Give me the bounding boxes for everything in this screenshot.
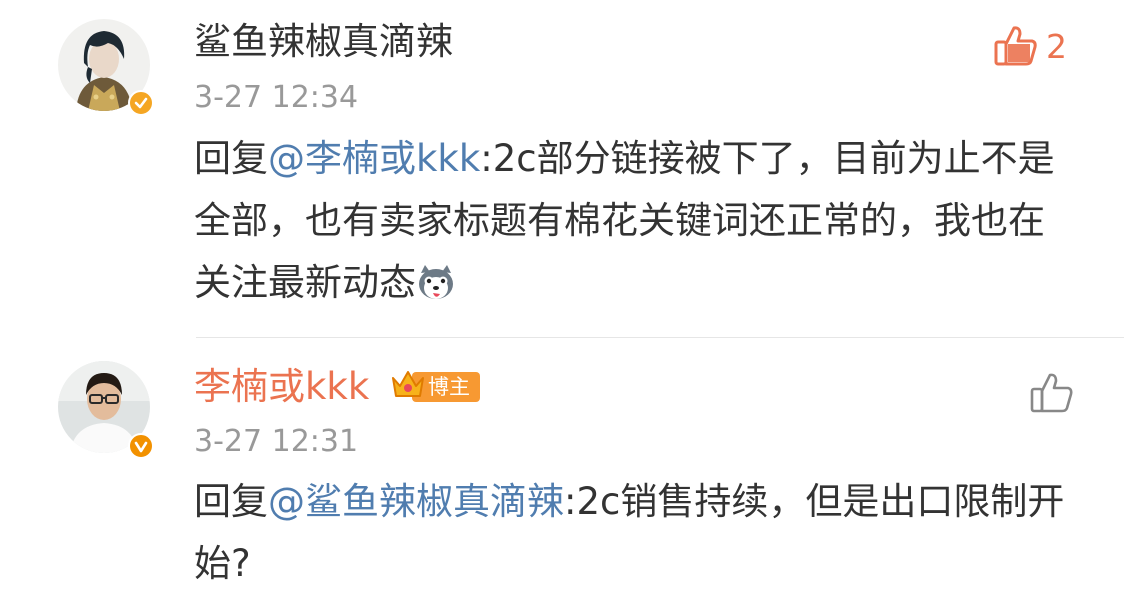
thumbs-up-outline-icon bbox=[1030, 371, 1074, 417]
verified-badge-icon bbox=[128, 433, 154, 459]
comment-item: 鲨鱼辣椒真滴辣 3-27 12:34 2 回复@李楠或kkk:2c部分链接被下了… bbox=[0, 0, 1124, 337]
comment-username[interactable]: 鲨鱼辣椒真滴辣 bbox=[194, 20, 453, 64]
crown-icon bbox=[390, 368, 426, 406]
thumbs-up-filled-icon bbox=[994, 24, 1038, 70]
verified-badge-icon bbox=[128, 90, 154, 116]
husky-dog-emoji-icon bbox=[416, 258, 456, 320]
reply-prefix: 回复 bbox=[194, 480, 268, 523]
like-button[interactable]: 2 bbox=[994, 24, 1067, 70]
mention-link[interactable]: @李楠或kkk bbox=[268, 137, 480, 180]
blogger-badge: 博主 bbox=[390, 370, 480, 404]
comment-username[interactable]: 李楠或kkk bbox=[194, 365, 369, 409]
comment-body: 回复@李楠或kkk:2c部分链接被下了，目前为止不是全部，也有卖家标题有棉花关键… bbox=[194, 128, 1074, 320]
comment-timestamp: 3-27 12:31 bbox=[194, 424, 359, 459]
reply-prefix: 回复 bbox=[194, 137, 268, 180]
comment-body: 回复@鲨鱼辣椒真滴辣:2c销售持续，但是出口限制开始? bbox=[194, 471, 1074, 595]
like-count: 2 bbox=[1046, 27, 1067, 66]
like-button[interactable] bbox=[1030, 371, 1074, 417]
mention-link[interactable]: @鲨鱼辣椒真滴辣 bbox=[268, 480, 564, 523]
comment-timestamp: 3-27 12:34 bbox=[194, 80, 359, 115]
comment-item: 李楠或kkk 博主 3-27 12:31 回复@鲨鱼辣椒真滴辣:2c销售持续，但… bbox=[0, 337, 1124, 598]
